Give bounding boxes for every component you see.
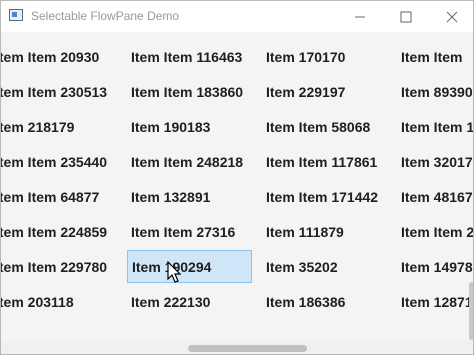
flow-item[interactable]: Item Item 235440 xyxy=(1,145,116,178)
flow-item[interactable]: Item 48167 xyxy=(397,180,473,213)
minimize-button[interactable] xyxy=(337,1,383,32)
maximize-icon xyxy=(400,11,412,22)
flow-item[interactable]: Item Item 27316 xyxy=(127,215,252,248)
close-icon xyxy=(446,11,458,22)
flow-item[interactable]: Item 190183 xyxy=(127,110,252,143)
flow-item[interactable]: Item Item 224859 xyxy=(1,215,116,248)
flow-item[interactable]: Item 222130 xyxy=(127,285,252,318)
flow-item[interactable]: Item 229197 xyxy=(262,75,387,108)
flow-item[interactable]: Item Item 229780 xyxy=(1,250,116,283)
close-button[interactable] xyxy=(429,1,473,32)
flow-item[interactable]: Item Item xyxy=(397,40,473,73)
flow-item-selected[interactable]: Item 190294 xyxy=(127,250,252,283)
flow-item[interactable]: Item Item 20930 xyxy=(1,40,116,73)
flow-item[interactable]: Item 35202 xyxy=(262,250,387,283)
flowpane-viewport[interactable]: Item Item 20930 Item Item 116463 Item 1701… xyxy=(1,32,473,354)
flow-item[interactable]: Item 32017 xyxy=(397,145,473,178)
flow-item[interactable]: Item 186386 xyxy=(262,285,387,318)
horizontal-scrollbar[interactable] xyxy=(1,341,473,354)
minimize-icon xyxy=(355,16,365,17)
app-window: Selectable FlowPane Demo Item Item 20930… xyxy=(0,0,474,355)
flow-item[interactable]: Item Item 1 xyxy=(397,110,473,143)
flow-item[interactable]: Item 111879 xyxy=(262,215,387,248)
vertical-scrollbar[interactable] xyxy=(467,32,473,341)
flow-item[interactable]: Item 14978 xyxy=(397,250,473,283)
app-icon xyxy=(9,9,23,21)
flow-item[interactable]: Item Item 248218 xyxy=(127,145,252,178)
flow-item[interactable]: Item Item 171442 xyxy=(262,180,387,213)
flow-item[interactable]: Item 170170 xyxy=(262,40,387,73)
flow-item[interactable]: Item 218179 xyxy=(1,110,116,143)
flow-item[interactable]: Item 12871 xyxy=(397,285,473,318)
flow-item[interactable]: Item 89390 xyxy=(397,75,473,108)
maximize-button[interactable] xyxy=(383,1,429,32)
flow-item[interactable]: Item 132891 xyxy=(127,180,252,213)
vertical-scroll-thumb[interactable] xyxy=(469,282,473,340)
flow-item[interactable]: Item Item 230513 xyxy=(1,75,116,108)
flow-item[interactable]: Item Item 58068 xyxy=(262,110,387,143)
flow-item[interactable]: Item Item 2 xyxy=(397,215,473,248)
flow-item[interactable]: Item Item 183860 xyxy=(127,75,252,108)
horizontal-scroll-thumb[interactable] xyxy=(188,345,307,352)
mouse-pointer-icon xyxy=(167,261,182,283)
flow-item[interactable]: Item Item 116463 xyxy=(127,40,252,73)
title-bar[interactable]: Selectable FlowPane Demo xyxy=(1,1,473,32)
flow-item[interactable]: Item Item 117861 xyxy=(262,145,387,178)
flow-item[interactable]: Item 203118 xyxy=(1,285,116,318)
window-title: Selectable FlowPane Demo xyxy=(31,9,180,23)
flow-item[interactable]: Item Item 64877 xyxy=(1,180,116,213)
